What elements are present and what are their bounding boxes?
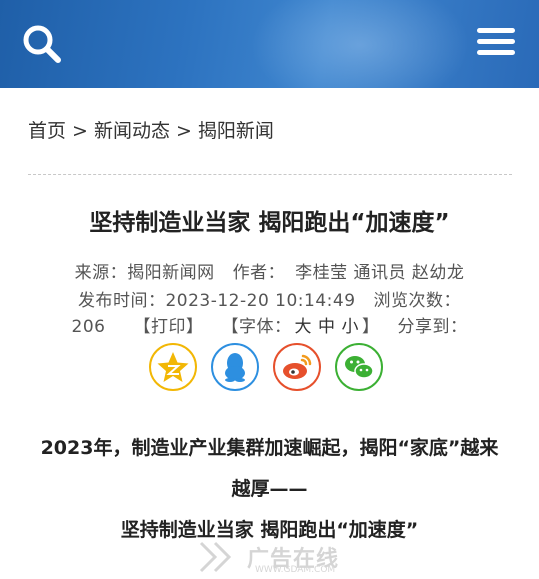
watermark-url: WWW.GDAM.COM [255,565,336,575]
breadcrumb: 首页 > 新闻动态 > 揭阳新闻 [28,116,274,143]
share-weibo-button[interactable] [272,342,322,392]
watermark-logo-icon [199,541,232,573]
share-qzone-button[interactable] [148,342,198,392]
article-title: 坚持制造业当家 揭阳跑出“加速度” [89,210,450,236]
font-size-medium-button[interactable]: 中 [318,317,336,337]
menu-button[interactable] [474,24,518,64]
weibo-icon [273,343,321,391]
author-label: 作者： [232,263,286,283]
font-size-label: 【字体： [221,317,292,337]
search-button[interactable] [20,22,64,66]
article-meta-tools: 206 【打印】 【字体：大中小】分享到： [0,312,539,337]
print-button[interactable]: 【打印】 [133,317,203,337]
source-label: 来源： [74,263,128,283]
dashed-divider [28,174,512,175]
share-label: 分享到： [397,317,468,337]
hamburger-menu-icon [474,28,518,55]
qq-penguin-icon [211,343,259,391]
breadcrumb-current-link[interactable]: 揭阳新闻 [198,120,274,142]
header-background-glow [250,0,470,88]
author-value: 李桂莹 通讯员 赵幼龙 [295,263,465,283]
published-label: 发布时间： [77,291,166,311]
top-header-bar [0,0,539,88]
breadcrumb-separator: > [175,120,192,142]
published-value: 2023-12-20 10:14:49 [165,291,356,311]
font-size-small-button[interactable]: 小 [341,317,359,337]
views-value: 206 [71,317,106,337]
share-qq-button[interactable] [210,342,260,392]
source-value: 揭阳新闻网 [127,263,215,283]
article-body-line: 2023年，制造业产业集群加速崛起，揭阳“家底”越来 [40,437,499,459]
font-size-close: 】 [361,317,380,337]
qzone-star-icon [149,343,197,391]
breadcrumb-separator: > [72,120,88,142]
search-icon [23,25,61,63]
breadcrumb-news-link[interactable]: 新闻动态 [94,120,170,142]
breadcrumb-home-link[interactable]: 首页 [28,120,66,142]
site-watermark: 广告在线 WWW.GDAM.COM [195,537,385,579]
font-size-large-button[interactable]: 大 [294,317,312,337]
article-body-line: 越厚—— [231,478,308,500]
views-label: 浏览次数： [373,291,462,311]
article-meta-source: 来源：揭阳新闻网 作者： 李桂莹 通讯员 赵幼龙 [0,258,539,283]
share-wechat-button[interactable] [334,342,384,392]
wechat-icon [335,343,383,391]
article-meta-date: 发布时间：2023-12-20 10:14:49 浏览次数： [0,286,539,311]
